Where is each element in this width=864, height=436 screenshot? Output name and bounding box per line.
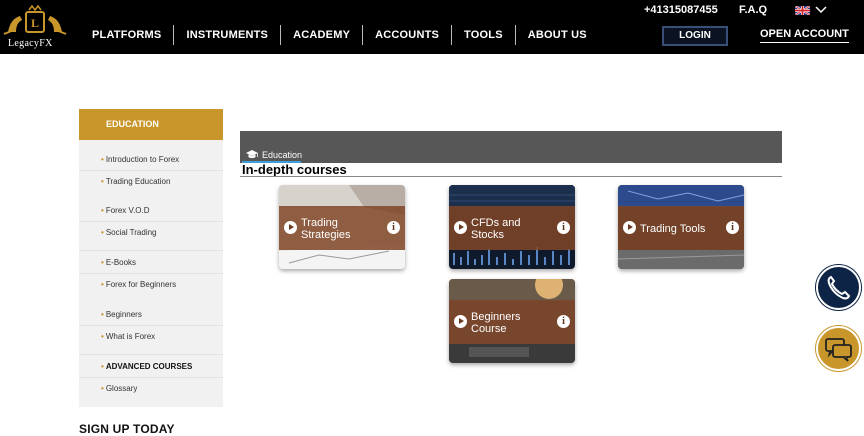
play-icon[interactable]: [284, 221, 297, 234]
sidebar-heading: EDUCATION: [79, 109, 223, 140]
sidebar-item-introduction-to-forex[interactable]: • Introduction to Forex: [101, 155, 179, 164]
sidebar-item-label: Introduction to Forex: [105, 155, 180, 164]
sidebar-item-label: E-Books: [105, 258, 137, 267]
bullet-dot: •: [101, 310, 104, 319]
live-chat-button[interactable]: [816, 326, 861, 371]
sidebar-divider: [79, 273, 223, 274]
uk-flag-icon[interactable]: [795, 6, 810, 15]
sidebar-item-advanced-courses[interactable]: • ADVANCED COURSES: [101, 362, 192, 371]
legacyfx-logo[interactable]: L LegacyFX: [0, 4, 70, 50]
course-card-cfds-and-stocks[interactable]: CFDs and Stocks i: [449, 185, 575, 269]
open-account-button[interactable]: OPEN ACCOUNT: [760, 28, 849, 43]
sidebar-item-label: Forex for Beginners: [105, 280, 177, 289]
card-title-line2: Stocks: [471, 229, 505, 241]
sidebar-item-label: Social Trading: [105, 228, 157, 237]
bullet-dot: •: [101, 384, 104, 393]
svg-text:L: L: [31, 16, 39, 30]
bullet-dot: •: [101, 362, 104, 371]
course-card-beginners-course[interactable]: Beginners Course i: [449, 279, 575, 363]
card-title-line1: Beginners: [471, 311, 521, 323]
sidebar-item-forex-for-beginners[interactable]: • Forex for Beginners: [101, 280, 176, 289]
info-icon[interactable]: i: [557, 315, 570, 328]
chevron-down-icon[interactable]: [815, 4, 827, 14]
nav-academy[interactable]: ACADEMY: [281, 24, 362, 46]
play-icon[interactable]: [623, 221, 636, 234]
nav-accounts[interactable]: ACCOUNTS: [363, 24, 451, 46]
sidebar-item-label: Beginners: [105, 310, 142, 319]
education-banner: Education: [240, 131, 782, 163]
sign-up-heading: SIGN UP TODAY: [79, 422, 175, 436]
sidebar-divider: [79, 170, 223, 171]
bullet-dot: •: [101, 155, 104, 164]
sidebar-item-label: Trading Education: [105, 177, 171, 186]
sidebar-divider: [79, 377, 223, 378]
bullet-dot: •: [101, 228, 104, 237]
card-title-line1: Trading Tools: [640, 223, 706, 235]
sidebar-item-trading-education[interactable]: • Trading Education: [101, 177, 170, 186]
nav-platforms[interactable]: PLATFORMS: [80, 24, 173, 46]
nav-tools[interactable]: TOOLS: [452, 24, 515, 46]
sidebar-item-what-is-forex[interactable]: • What is Forex: [101, 332, 155, 341]
play-icon[interactable]: [454, 221, 467, 234]
play-icon[interactable]: [454, 315, 467, 328]
sidebar-item-social-trading[interactable]: • Social Trading: [101, 228, 157, 237]
course-card-trading-strategies[interactable]: Trading Strategies i: [279, 185, 405, 269]
sidebar-item-glossary[interactable]: • Glossary: [101, 384, 137, 393]
education-sidebar: EDUCATION • Introduction to Forex • Tradin…: [79, 109, 223, 407]
nav-about-us[interactable]: ABOUT US: [516, 24, 599, 46]
sidebar-divider: [79, 354, 223, 355]
top-navigation-bar: L LegacyFX PLATFORMS INSTRUMENTS ACADEMY…: [0, 0, 864, 54]
card-title-line2: Course: [471, 323, 507, 335]
bullet-dot: •: [101, 177, 104, 186]
info-icon[interactable]: i: [726, 221, 739, 234]
section-divider: [240, 176, 782, 177]
phone-number-link[interactable]: +41315087455: [644, 4, 718, 16]
logo-text: LegacyFX: [8, 38, 53, 49]
sidebar-item-label: Forex V.O.D: [105, 206, 150, 215]
info-icon[interactable]: i: [387, 221, 400, 234]
bullet-dot: •: [101, 258, 104, 267]
faq-link[interactable]: F.A.Q: [739, 4, 767, 16]
card-title-line2: Strategies: [301, 229, 351, 241]
graduation-cap-icon: [246, 150, 258, 159]
bullet-dot: •: [101, 332, 104, 341]
bullet-dot: •: [101, 206, 104, 215]
banner-label: Education: [262, 150, 303, 160]
sidebar-item-beginners[interactable]: • Beginners: [101, 310, 142, 319]
login-button[interactable]: LOGIN: [662, 26, 728, 46]
card-title-line1: CFDs and: [471, 217, 521, 229]
main-nav: PLATFORMS INSTRUMENTS ACADEMY ACCOUNTS T…: [80, 24, 599, 46]
sidebar-item-label: Glossary: [105, 384, 138, 393]
call-us-button[interactable]: [816, 265, 861, 310]
sidebar-item-label: ADVANCED COURSES: [105, 362, 193, 371]
info-icon[interactable]: i: [557, 221, 570, 234]
bullet-dot: •: [101, 280, 104, 289]
phone-icon: [827, 275, 851, 300]
sidebar-item-forex-vod[interactable]: • Forex V.O.D: [101, 206, 150, 215]
nav-instruments[interactable]: INSTRUMENTS: [174, 24, 280, 46]
sidebar-divider: [79, 221, 223, 222]
sidebar-divider: [79, 325, 223, 326]
sidebar-divider: [79, 250, 223, 251]
section-title: In-depth courses: [242, 162, 347, 177]
card-title-line1: Trading: [301, 217, 338, 229]
sidebar-item-e-books[interactable]: • E-Books: [101, 258, 136, 267]
course-card-trading-tools[interactable]: Trading Tools i: [618, 185, 744, 269]
chat-icon: [825, 338, 852, 362]
sidebar-item-label: What is Forex: [105, 332, 156, 341]
